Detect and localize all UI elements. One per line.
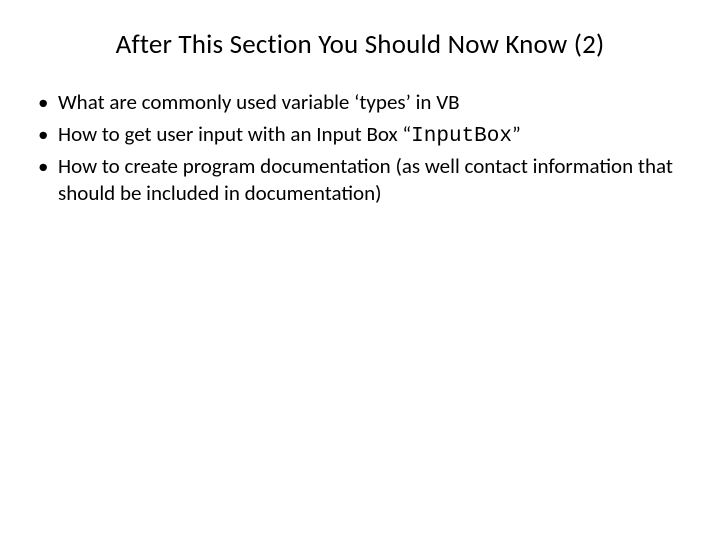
bullet-text: How to create program documentation (as … — [58, 153, 673, 206]
bullet-text: How to get user input with an Input Box … — [58, 121, 411, 147]
list-item: What are commonly used variable ‘types’ … — [36, 89, 676, 119]
list-item: How to get user input with an Input Box … — [36, 121, 676, 151]
slide: After This Section You Should Now Know (… — [0, 0, 720, 540]
bullet-text: What are commonly used variable ‘types’ … — [58, 89, 460, 115]
bullet-list: What are commonly used variable ‘types’ … — [36, 89, 684, 210]
slide-title: After This Section You Should Now Know (… — [36, 28, 684, 61]
bullet-code: InputBox — [411, 125, 512, 148]
list-item: How to create program documentation (as … — [36, 153, 676, 210]
bullet-text-post: ” — [512, 121, 521, 147]
